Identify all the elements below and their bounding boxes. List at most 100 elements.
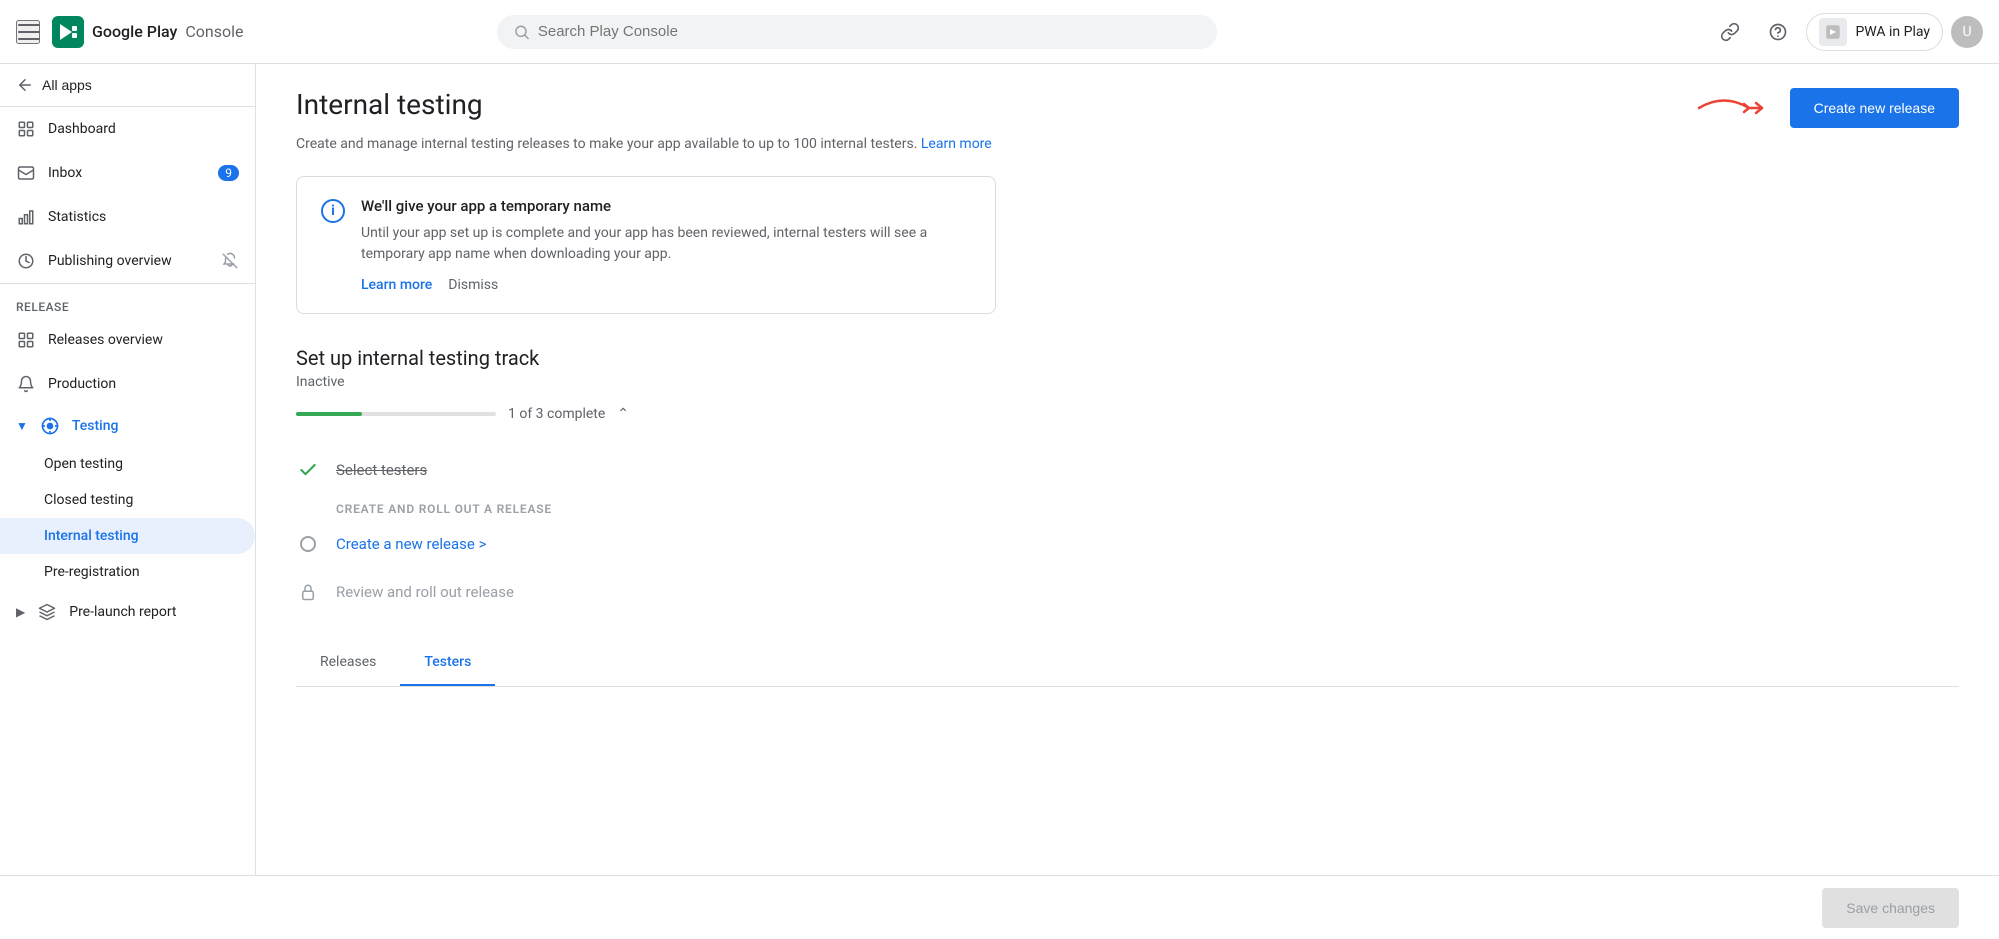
publishing-icon <box>16 251 36 271</box>
top-navigation: Google Play Console <box>0 0 1999 64</box>
sidebar-item-releases-overview[interactable]: Releases overview <box>0 318 255 362</box>
sidebar-item-internal-testing[interactable]: Internal testing <box>0 518 255 554</box>
internal-testing-label: Internal testing <box>44 528 139 544</box>
sidebar-item-statistics[interactable]: Statistics <box>0 195 255 239</box>
production-label: Production <box>48 376 239 392</box>
inbox-badge: 9 <box>218 165 239 181</box>
sidebar-item-publishing-overview[interactable]: Publishing overview <box>0 239 255 283</box>
publishing-label: Publishing overview <box>48 253 209 269</box>
main-content-area: Internal testing Create new release Crea… <box>256 64 1999 875</box>
save-changes-button[interactable]: Save changes <box>1822 888 1959 928</box>
main-layout: All apps Dashboard Inbox <box>0 64 1999 875</box>
app-chip-name: PWA in Play <box>1855 24 1930 40</box>
info-card-description: Until your app set up is complete and yo… <box>361 223 971 265</box>
help-icon-button[interactable] <box>1758 12 1798 52</box>
step-completed-icon <box>296 458 320 482</box>
tab-releases[interactable]: Releases <box>296 640 400 686</box>
create-btn-area: Create new release <box>1694 88 1959 128</box>
create-new-release-button[interactable]: Create new release <box>1790 88 1959 128</box>
prelaunch-label: Pre-launch report <box>69 604 239 620</box>
arrow-indicator <box>1694 88 1774 128</box>
sidebar-item-testing[interactable]: ▼ Testing <box>0 406 255 446</box>
releases-icon <box>16 330 36 350</box>
step-label-review-rollout: Review and roll out release <box>336 583 514 601</box>
create-rollout-sub-label: CREATE AND ROLL OUT A RELEASE <box>296 494 1959 520</box>
create-release-link[interactable]: Create a new release > <box>336 535 486 553</box>
learn-more-link-subtitle[interactable]: Learn more <box>921 136 992 152</box>
production-icon <box>16 374 36 394</box>
statistics-label: Statistics <box>48 209 239 225</box>
hamburger-menu[interactable] <box>16 20 40 44</box>
closed-testing-label: Closed testing <box>44 492 133 508</box>
info-icon: i <box>321 199 345 223</box>
progress-text: 1 of 3 complete <box>508 406 605 422</box>
sidebar-item-pre-registration[interactable]: Pre-registration <box>0 554 255 590</box>
all-apps-button[interactable]: All apps <box>0 64 255 107</box>
pre-registration-label: Pre-registration <box>44 564 140 580</box>
step-todo-icon <box>300 536 316 552</box>
tab-testers[interactable]: Testers <box>400 640 495 686</box>
step-locked-icon <box>296 580 320 604</box>
steps-list: Select testers CREATE AND ROLL OUT A REL… <box>296 446 1959 616</box>
setup-section-title: Set up internal testing track <box>296 346 1959 370</box>
sidebar-item-production[interactable]: Production <box>0 362 255 406</box>
sidebar-item-open-testing[interactable]: Open testing <box>0 446 255 482</box>
inbox-label: Inbox <box>48 165 206 181</box>
page-header: Internal testing Create new release <box>296 88 1959 128</box>
page-subtitle: Create and manage internal testing relea… <box>296 136 1959 152</box>
logo-text-google-play: Google Play <box>92 22 177 41</box>
logo-icon <box>52 16 84 48</box>
info-dismiss-link[interactable]: Dismiss <box>448 277 498 293</box>
nav-actions: PWA in Play U <box>1710 12 1983 52</box>
page-title: Internal testing <box>296 88 483 121</box>
sidebar-item-pre-launch[interactable]: ▶ Pre-launch report <box>0 590 255 634</box>
link-icon-button[interactable] <box>1710 12 1750 52</box>
dashboard-icon <box>16 119 36 139</box>
testing-label: Testing <box>72 418 119 434</box>
footer: Save changes <box>0 875 1999 939</box>
sidebar: All apps Dashboard Inbox <box>0 64 256 875</box>
progress-chevron-icon[interactable]: ⌃ <box>617 406 629 422</box>
notification-off-icon <box>221 252 239 270</box>
search-icon <box>513 23 530 41</box>
step-create-release: Create a new release > <box>296 520 1959 568</box>
prelaunch-icon <box>37 602 57 622</box>
sidebar-item-inbox[interactable]: Inbox 9 <box>0 151 255 195</box>
sidebar-item-closed-testing[interactable]: Closed testing <box>0 482 255 518</box>
info-card-content: We'll give your app a temporary name Unt… <box>361 197 971 293</box>
logo-area[interactable]: Google Play Console <box>52 16 244 48</box>
info-card-title: We'll give your app a temporary name <box>361 197 971 215</box>
open-testing-label: Open testing <box>44 456 123 472</box>
step-select-testers: Select testers <box>296 446 1959 494</box>
releases-overview-label: Releases overview <box>48 332 239 348</box>
progress-bar-track <box>296 412 496 416</box>
user-avatar[interactable]: U <box>1951 16 1983 48</box>
progress-bar-fill <box>296 412 362 416</box>
chevron-down-icon: ▼ <box>16 419 28 433</box>
release-section-label: Release <box>0 284 255 318</box>
all-apps-label: All apps <box>42 77 92 93</box>
info-card: i We'll give your app a temporary name U… <box>296 176 996 314</box>
inbox-icon <box>16 163 36 183</box>
dashboard-label: Dashboard <box>48 121 239 137</box>
help-icon <box>1768 22 1788 42</box>
chevron-right-icon: ▶ <box>16 605 25 619</box>
link-icon <box>1720 22 1740 42</box>
app-chip-icon <box>1819 18 1847 46</box>
search-input[interactable] <box>538 23 1201 40</box>
progress-area: 1 of 3 complete ⌃ <box>296 406 1959 422</box>
step-label-select-testers: Select testers <box>336 461 427 479</box>
step-review-rollout: Review and roll out release <box>296 568 1959 616</box>
sidebar-item-dashboard[interactable]: Dashboard <box>0 107 255 151</box>
tabs-row: Releases Testers <box>296 640 1959 687</box>
setup-section: Set up internal testing track Inactive 1… <box>296 346 1959 687</box>
info-card-actions: Learn more Dismiss <box>361 277 971 293</box>
logo-text-console: Console <box>185 22 243 41</box>
app-chip[interactable]: PWA in Play <box>1806 13 1943 51</box>
statistics-icon <box>16 207 36 227</box>
setup-status: Inactive <box>296 374 1959 390</box>
search-bar[interactable] <box>497 15 1217 49</box>
back-arrow-icon <box>16 76 34 94</box>
info-learn-more-link[interactable]: Learn more <box>361 277 432 293</box>
testing-icon <box>40 416 60 436</box>
